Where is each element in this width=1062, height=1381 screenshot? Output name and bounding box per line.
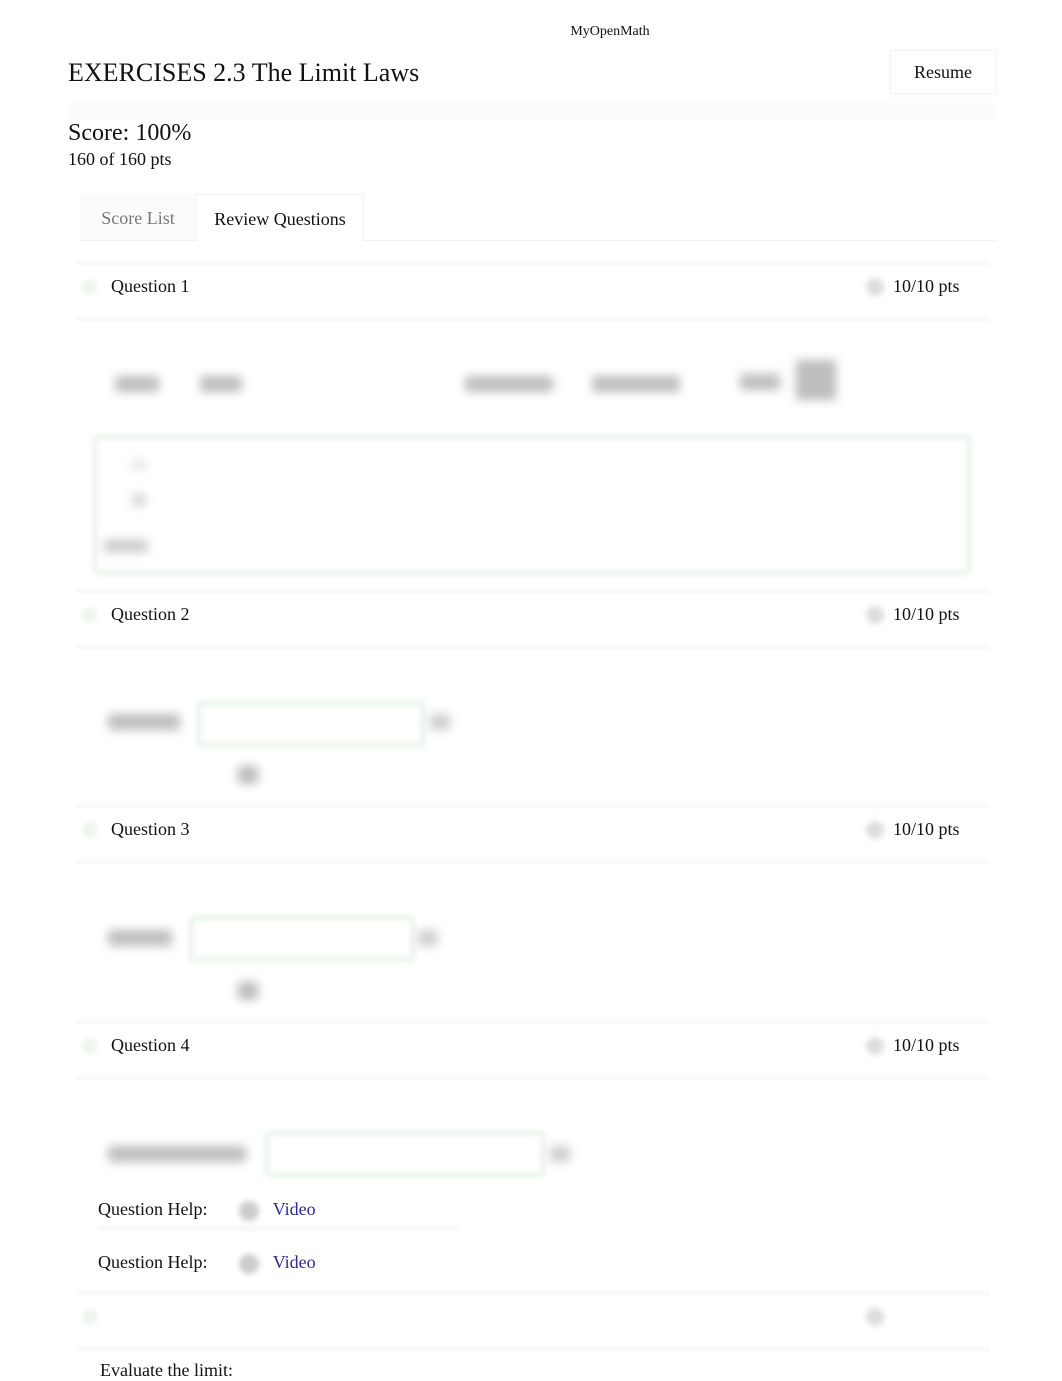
question-prompt: Evaluate the limit:	[100, 1360, 233, 1380]
info-icon[interactable]	[866, 1037, 884, 1055]
check-icon	[82, 607, 98, 623]
question-points: 10/10 pts	[893, 604, 960, 624]
blurred-math	[108, 1146, 246, 1162]
question-title: Question 3	[111, 819, 190, 839]
question-help-label: Question Help:	[98, 1199, 208, 1219]
tab-bar: Score List Review Questions	[80, 194, 996, 241]
header-divider	[68, 102, 996, 120]
video-icon	[238, 1253, 259, 1274]
info-icon[interactable]	[866, 278, 884, 296]
resume-button[interactable]: Resume	[890, 50, 996, 94]
check-icon	[418, 930, 438, 946]
blurred-math	[465, 376, 553, 392]
answer-input[interactable]	[264, 1130, 546, 1178]
score-points: 160 of 160 pts	[68, 149, 172, 169]
video-icon	[238, 1200, 259, 1221]
score-percent: Score: 100%	[68, 120, 192, 146]
blurred-math	[115, 376, 159, 392]
blurred-math	[104, 540, 148, 552]
info-icon[interactable]	[866, 606, 884, 624]
choice-radio[interactable]	[132, 460, 146, 470]
blurred-math	[796, 360, 836, 400]
question-header[interactable]: Question 3 10/10 pts	[76, 803, 990, 865]
preview-icon[interactable]	[238, 982, 258, 1000]
answer-input[interactable]	[188, 915, 416, 963]
check-icon	[82, 1038, 98, 1054]
check-icon	[550, 1146, 570, 1162]
answer-choices-box	[92, 434, 972, 576]
info-icon[interactable]	[866, 821, 884, 839]
answer-input[interactable]	[196, 700, 426, 748]
video-link[interactable]: Video	[273, 1199, 316, 1219]
question-header[interactable]: Question 1 10/10 pts	[76, 260, 990, 322]
question-title: Question 2	[111, 604, 190, 624]
blurred-math	[108, 714, 180, 730]
blurred-math	[200, 376, 242, 392]
blurred-math	[108, 930, 172, 946]
question-header[interactable]: Question 2 10/10 pts	[76, 588, 990, 650]
question-header[interactable]	[76, 1290, 990, 1352]
info-icon[interactable]	[866, 1308, 884, 1326]
question-help: Question Help: Video	[98, 1252, 316, 1274]
site-name: MyOpenMath	[570, 24, 650, 39]
check-icon	[82, 279, 98, 295]
check-icon	[82, 1309, 98, 1325]
video-link[interactable]: Video	[273, 1252, 316, 1272]
tab-review-questions[interactable]: Review Questions	[196, 194, 364, 241]
check-icon	[430, 714, 450, 730]
tab-score-list[interactable]: Score List	[80, 194, 196, 240]
question-points: 10/10 pts	[893, 1035, 960, 1055]
check-icon	[82, 822, 98, 838]
page-title: EXERCISES 2.3 The Limit Laws	[68, 58, 420, 87]
question-title: Question 1	[111, 276, 190, 296]
question-points: 10/10 pts	[893, 819, 960, 839]
divider	[98, 1226, 458, 1230]
blurred-math	[592, 376, 680, 392]
preview-icon[interactable]	[238, 766, 258, 784]
blurred-math	[740, 374, 780, 390]
question-help: Question Help: Video	[98, 1199, 316, 1221]
question-points: 10/10 pts	[893, 276, 960, 296]
question-title: Question 4	[111, 1035, 190, 1055]
question-header[interactable]: Question 4 10/10 pts	[76, 1019, 990, 1081]
choice-radio[interactable]	[132, 494, 146, 506]
question-help-label: Question Help:	[98, 1252, 208, 1272]
